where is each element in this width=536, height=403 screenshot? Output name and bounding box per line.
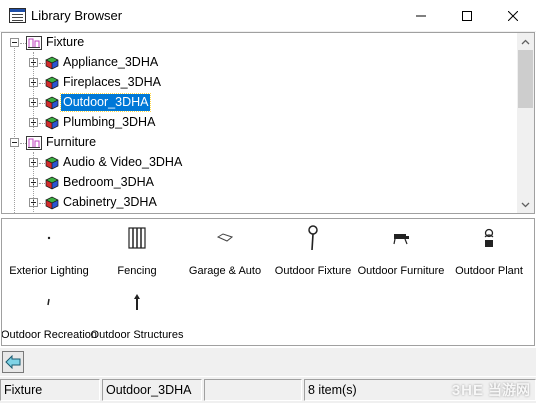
- library-item[interactable]: Outdoor Fixture: [268, 219, 358, 279]
- tree-node-label: Fixture: [46, 35, 85, 49]
- watermark: 3HE 当游网: [452, 377, 530, 403]
- tree-library-node[interactable]: Fireplaces_3DHA: [2, 74, 516, 92]
- minimize-icon: [416, 15, 426, 17]
- tree-library-node[interactable]: Plumbing_3DHA: [2, 114, 516, 132]
- maximize-button[interactable]: [444, 0, 490, 32]
- library-cube-icon: [45, 176, 59, 190]
- library-cube-icon: [45, 156, 59, 170]
- garage-auto-icon: [180, 225, 270, 251]
- tree-node-label: Cabinetry_3DHA: [63, 195, 157, 209]
- window-title: Library Browser: [31, 8, 123, 23]
- status-bar: Fixture Outdoor_3DHA 8 item(s) 3HE 当游网: [0, 377, 536, 403]
- tree-category-node[interactable]: Fixture: [2, 34, 516, 52]
- tree-category-node[interactable]: Furniture: [2, 134, 516, 152]
- title-bar: Library Browser: [0, 0, 536, 32]
- tree-node-label: Fireplaces_3DHA: [63, 75, 161, 89]
- chevron-up-icon: [521, 39, 530, 44]
- status-empty: [204, 379, 302, 401]
- watermark-text: 当游网: [488, 382, 530, 398]
- toolbar: [0, 348, 536, 376]
- library-cube-icon: [45, 56, 59, 70]
- library-item[interactable]: Outdoor Recreation: [2, 283, 97, 343]
- collapse-minus-icon[interactable]: [10, 138, 19, 147]
- library-item[interactable]: Garage & Auto: [180, 219, 270, 279]
- category-folder-icon: [26, 36, 42, 50]
- library-cube-icon: [45, 96, 59, 110]
- library-item-label: Outdoor Plant: [455, 265, 523, 277]
- watermark-logo: 3HE: [451, 381, 484, 399]
- tree-library-node[interactable]: Bedroom_3DHA: [2, 174, 516, 192]
- minimize-button[interactable]: [398, 0, 444, 32]
- scroll-down-button[interactable]: [517, 196, 534, 213]
- library-cube-icon: [45, 76, 59, 90]
- tree-node-label: Appliance_3DHA: [63, 55, 159, 69]
- tree-node-label: Furniture: [46, 135, 97, 149]
- outdoor-plant-icon: [444, 225, 534, 251]
- maximize-icon: [462, 11, 472, 21]
- tree-library-node[interactable]: Appliance_3DHA: [2, 54, 516, 72]
- library-cube-icon: [45, 196, 59, 210]
- library-item[interactable]: Outdoor Furniture: [356, 219, 446, 279]
- exterior-lighting-icon: [4, 225, 94, 251]
- tree-library-node[interactable]: Outdoor_3DHA: [2, 93, 516, 112]
- library-browser-app-icon: [9, 8, 26, 23]
- back-button[interactable]: [2, 351, 24, 373]
- outdoor-recreation-icon: [4, 289, 94, 315]
- status-category: Fixture: [0, 379, 100, 401]
- tree-node-label: Audio & Video_3DHA: [63, 155, 183, 169]
- scroll-thumb[interactable]: [518, 50, 533, 108]
- tree-node-label: Plumbing_3DHA: [63, 115, 156, 129]
- library-tree[interactable]: Fixture Appliance_3DHA Fireplaces_3DHA Outd…: [1, 32, 535, 214]
- tree-guide-line: [33, 52, 34, 132]
- tree-node-label: Outdoor_3DHA: [59, 93, 152, 112]
- library-item[interactable]: Exterior Lighting: [4, 219, 94, 279]
- tree-library-node[interactable]: Cabinetry_3DHA: [2, 194, 516, 212]
- outdoor-furniture-icon: [356, 225, 446, 251]
- library-item[interactable]: Fencing: [92, 219, 182, 279]
- close-button[interactable]: [490, 0, 536, 32]
- back-arrow-icon: [5, 355, 21, 369]
- category-folder-icon: [26, 136, 42, 150]
- library-items-panel: Exterior Lighting Fencing Garage & Auto Out…: [1, 218, 535, 346]
- scroll-up-button[interactable]: [517, 33, 534, 50]
- chevron-down-icon: [521, 202, 530, 207]
- tree-vertical-scrollbar[interactable]: [517, 33, 534, 213]
- library-item-label: Outdoor Structures: [90, 329, 184, 341]
- tree-node-label: Bedroom_3DHA: [63, 175, 155, 189]
- library-cube-icon: [45, 116, 59, 130]
- fencing-icon: [92, 225, 182, 251]
- library-item[interactable]: Outdoor Structures: [91, 283, 183, 343]
- outdoor-fixture-icon: [268, 225, 358, 251]
- close-icon: [508, 11, 518, 21]
- status-library: Outdoor_3DHA: [102, 379, 202, 401]
- library-item[interactable]: Outdoor Plant: [444, 219, 534, 279]
- tree-library-node[interactable]: Audio & Video_3DHA: [2, 154, 516, 172]
- collapse-minus-icon[interactable]: [10, 38, 19, 47]
- tree-guide-line: [33, 152, 34, 212]
- outdoor-structures-icon: [92, 289, 182, 315]
